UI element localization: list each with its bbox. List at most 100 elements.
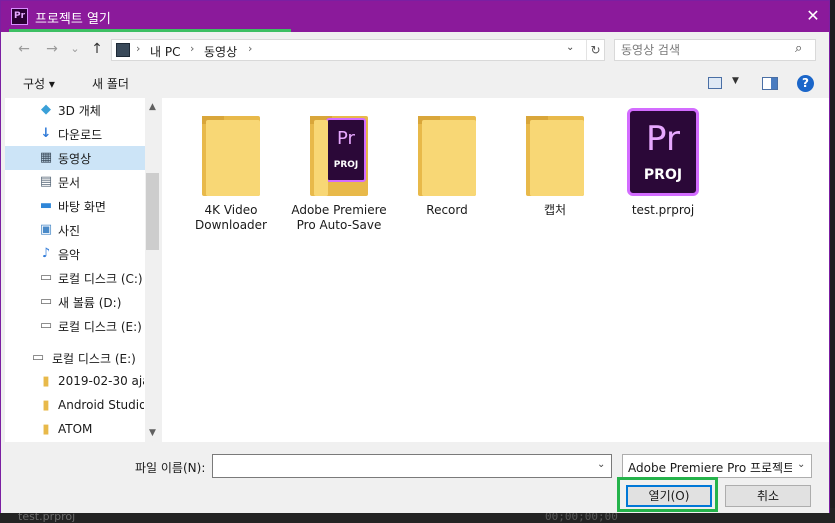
address-bar[interactable]: › 내 PC › 동영상 › ⌄ ↻	[111, 39, 605, 61]
forward-arrow-icon[interactable]: →	[43, 40, 61, 58]
scroll-up-arrow-icon[interactable]: ▲	[145, 100, 160, 115]
sidebar-item-documents[interactable]: ▤ 문서	[5, 170, 145, 194]
view-options-dropdown-icon[interactable]: ▼	[732, 76, 739, 86]
navigation-scrollbar[interactable]: ▲ ▼	[145, 98, 160, 442]
sidebar-item-pictures[interactable]: ▣ 사진	[5, 218, 145, 242]
cancel-button[interactable]: 취소	[725, 485, 811, 507]
file-item-folder[interactable]: Pr PROJ Adobe Premiere Pro Auto-Save	[288, 108, 390, 238]
folder-icon	[526, 116, 584, 196]
file-item-project[interactable]: Pr PROJ test.prproj	[612, 108, 714, 238]
sidebar-item-label: 로컬 디스크 (C:)	[58, 272, 143, 286]
sidebar-item-label: 음악	[58, 248, 81, 262]
close-button[interactable]: ✕	[801, 5, 825, 27]
folder-icon: ▮	[42, 398, 50, 413]
tree-item-folder[interactable]: ▮ 2019-02-30 ajax	[5, 370, 145, 394]
video-location-icon	[116, 43, 130, 57]
filetype-value: Adobe Premiere Pro 프로젝트(	[628, 461, 792, 475]
tree-item-label: 2019-02-30 ajax	[58, 374, 144, 388]
sidebar-item-label: 다운로드	[58, 128, 103, 142]
file-item-folder[interactable]: 캡처	[504, 108, 606, 238]
file-list: 4K Video Downloader Pr PROJ Adobe Premie…	[162, 98, 829, 442]
new-folder-button[interactable]: 새 폴더	[92, 75, 129, 92]
premiere-project-icon: Pr PROJ	[326, 118, 366, 182]
sidebar-item-desktop[interactable]: ▬ 바탕 화면	[5, 194, 145, 218]
help-icon[interactable]: ?	[797, 75, 814, 92]
folder-icon: ▮	[42, 422, 50, 437]
sidebar-item-music[interactable]: ♪ 음악	[5, 242, 145, 266]
folder-icon	[418, 116, 476, 196]
filename-label: 파일 이름(N):	[135, 461, 206, 475]
main-area: ◆ 3D 개체 ↓ 다운로드 ▦ 동영상 ▤ 문서 ▬ 바탕 화면 ▣ 사진 ♪…	[5, 98, 829, 442]
filetype-dropdown-chevron-icon[interactable]: ⌄	[797, 459, 805, 470]
premiere-folder-icon: Pr PROJ	[310, 116, 368, 196]
folder-icon	[202, 116, 260, 196]
sidebar-item-drive-d[interactable]: ▭ 새 볼륨 (D:)	[5, 290, 145, 314]
tree-item-label: Android Studio	[58, 398, 144, 412]
premiere-app-icon: Pr	[11, 8, 28, 25]
picture-icon: ▣	[39, 222, 53, 237]
filetype-select[interactable]: Adobe Premiere Pro 프로젝트( ⌄	[622, 454, 812, 478]
up-arrow-icon[interactable]: ↑	[88, 40, 106, 58]
file-name: Adobe Premiere Pro Auto-Save	[291, 203, 387, 232]
file-item-folder[interactable]: 4K Video Downloader	[180, 108, 282, 238]
preview-pane-icon[interactable]	[762, 77, 778, 90]
search-box[interactable]: ⌕	[614, 39, 816, 61]
desktop-icon: ▬	[39, 198, 53, 213]
address-dropdown-chevron-icon[interactable]: ⌄	[566, 42, 574, 53]
organize-button[interactable]: 구성 ▾	[23, 75, 55, 92]
music-icon: ♪	[41, 246, 51, 261]
file-name: 캡처	[543, 203, 567, 217]
tree-item-drive-e[interactable]: ▭ 로컬 디스크 (E:)	[5, 346, 145, 370]
tree-item-label: 로컬 디스크 (E:)	[52, 352, 136, 366]
file-name: 4K Video Downloader	[195, 203, 267, 232]
search-icon[interactable]: ⌕	[795, 41, 802, 56]
tree-item-folder[interactable]: ▮ ATOM	[5, 418, 145, 442]
download-icon: ↓	[40, 126, 52, 141]
command-toolbar: 구성 ▾ 새 폴더 ▼ ?	[1, 68, 829, 98]
sidebar-item-drive-c[interactable]: ▭ 로컬 디스크 (C:)	[5, 266, 145, 290]
filename-combobox[interactable]: ⌄	[212, 454, 612, 478]
search-input[interactable]	[621, 42, 791, 58]
refresh-icon[interactable]: ↻	[586, 40, 604, 60]
view-options-icon[interactable]	[708, 77, 722, 89]
breadcrumb-separator: ›	[190, 42, 195, 55]
breadcrumb-separator: ›	[248, 42, 253, 55]
filename-input[interactable]	[217, 457, 587, 475]
filename-dropdown-chevron-icon[interactable]: ⌄	[597, 459, 605, 470]
breadcrumb-this-pc[interactable]: 내 PC	[150, 43, 180, 60]
sidebar-item-label: 로컬 디스크 (E:)	[58, 320, 142, 334]
file-name: Record	[426, 203, 468, 217]
sidebar-item-label: 사진	[58, 224, 81, 238]
scrollbar-thumb[interactable]	[146, 173, 159, 250]
navigation-row: ← → ⌄ ↑ › 내 PC › 동영상 › ⌄ ↻ ⌕	[1, 32, 829, 66]
sidebar-item-label: 바탕 화면	[58, 200, 106, 214]
sidebar-item-videos[interactable]: ▦ 동영상	[5, 146, 145, 170]
open-project-dialog: Pr 프로젝트 열기 ✕ ← → ⌄ ↑ › 내 PC › 동영상 › ⌄ ↻ …	[0, 0, 830, 513]
breadcrumb-videos[interactable]: 동영상	[204, 43, 237, 60]
window-title: 프로젝트 열기	[35, 12, 111, 27]
breadcrumb-separator: ›	[136, 42, 141, 55]
scroll-down-arrow-icon[interactable]: ▼	[145, 426, 160, 441]
tree-item-label: ATOM	[58, 422, 93, 436]
sidebar-item-label: 새 볼륨 (D:)	[58, 296, 122, 310]
tree-item-folder[interactable]: ▮ Android Studio	[5, 394, 145, 418]
sidebar-item-label: 동영상	[58, 152, 92, 166]
folder-icon: ▮	[42, 374, 50, 389]
recent-locations-chevron-icon[interactable]: ⌄	[66, 40, 84, 58]
sidebar-item-downloads[interactable]: ↓ 다운로드	[5, 122, 145, 146]
3d-objects-icon: ◆	[41, 102, 51, 117]
title-bar[interactable]: Pr 프로젝트 열기 ✕	[1, 1, 829, 32]
file-item-folder[interactable]: Record	[396, 108, 498, 238]
sidebar-item-drive-e[interactable]: ▭ 로컬 디스크 (E:)	[5, 314, 145, 338]
drive-icon: ▭	[39, 294, 53, 309]
navigation-pane: ◆ 3D 개체 ↓ 다운로드 ▦ 동영상 ▤ 문서 ▬ 바탕 화면 ▣ 사진 ♪…	[5, 98, 160, 442]
premiere-project-icon: Pr PROJ	[627, 108, 699, 196]
highlight-box	[617, 477, 718, 512]
document-icon: ▤	[39, 174, 53, 189]
file-name: test.prproj	[631, 203, 695, 217]
sidebar-item-label: 문서	[58, 176, 81, 190]
sidebar-item-3d-objects[interactable]: ◆ 3D 개체	[5, 98, 145, 122]
back-arrow-icon[interactable]: ←	[15, 40, 33, 58]
video-icon: ▦	[39, 150, 53, 165]
drive-icon: ▭	[31, 350, 45, 365]
